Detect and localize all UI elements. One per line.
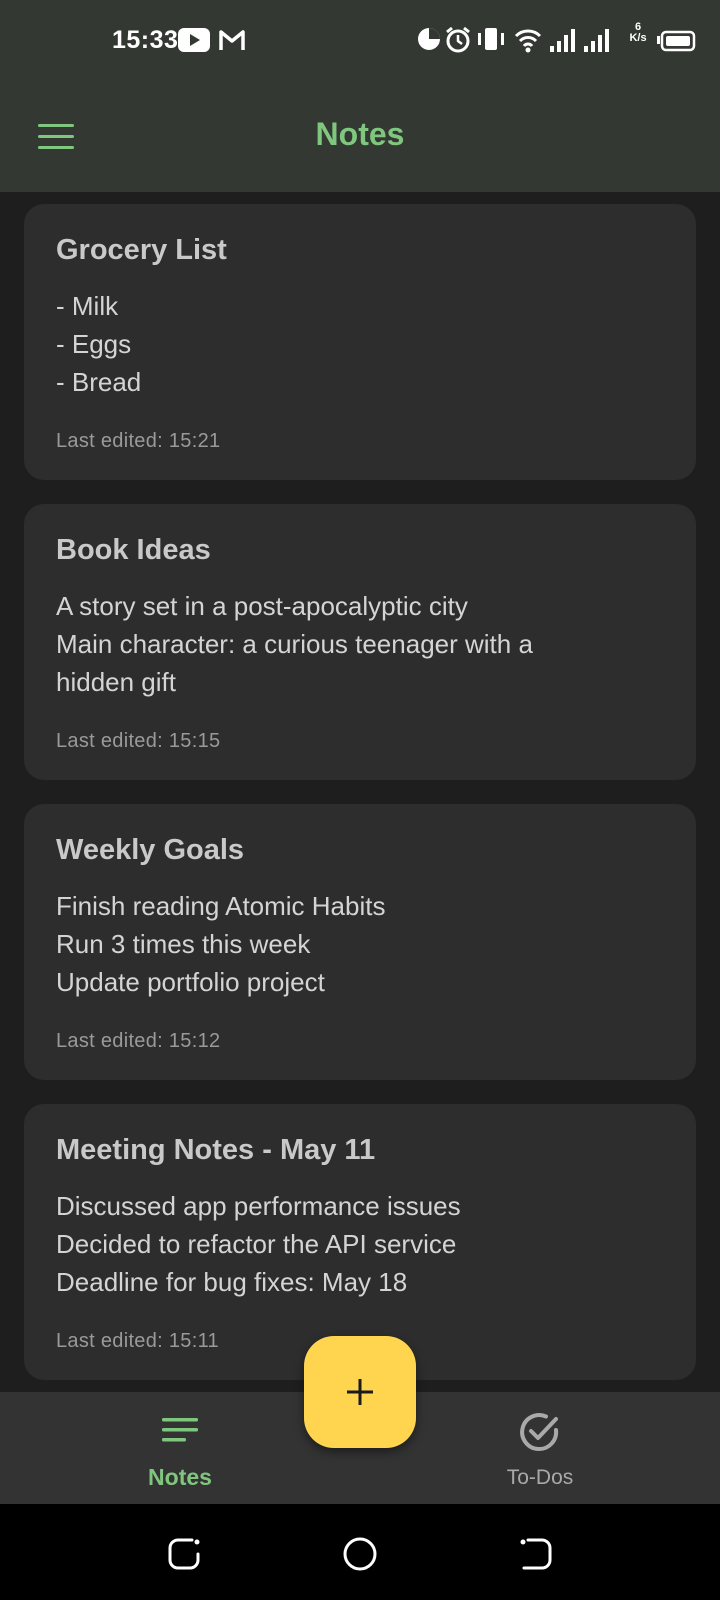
recents-button[interactable] [164,1534,204,1574]
note-body: A story set in a post-apocalyptic city M… [56,591,533,697]
nav-tab-todos[interactable]: To-Dos [440,1392,640,1504]
nav-tab-label: To-Dos [506,1466,574,1489]
data-saver-icon [418,28,440,50]
home-button[interactable] [340,1534,380,1574]
note-last-edited: Last edited: 15:21 [56,430,221,452]
signal-icon [584,29,609,52]
add-note-button[interactable] [304,1336,416,1448]
top-app-bar: 15:33 6 K/s Notes [0,0,720,192]
battery-icon [657,30,696,52]
note-last-edited: Last edited: 15:11 [56,1330,219,1352]
note-last-edited: Last edited: 15:12 [56,1030,221,1052]
signal-icon [550,29,575,52]
system-navigation-bar [0,1504,720,1600]
page-title: Notes [315,116,405,152]
plus-icon [347,1379,373,1405]
note-card[interactable]: Book Ideas A story set in a post-apocaly… [24,504,696,780]
status-time: 15:33 [112,26,179,54]
note-body: Discussed app performance issues Decided… [56,1191,461,1297]
note-title: Book Ideas [56,534,211,566]
wifi-icon [514,29,542,53]
status-bar: 15:33 6 K/s [0,18,720,62]
check-circle-icon [520,1413,559,1451]
vibrate-icon [478,28,504,50]
note-title: Weekly Goals [56,834,245,866]
net-speed-indicator: 6 K/s [628,22,648,44]
back-button[interactable] [516,1534,556,1574]
nav-tab-notes[interactable]: Notes [80,1392,280,1504]
nav-tab-label: Notes [148,1464,212,1490]
youtube-icon [178,28,210,52]
note-body: Finish reading Atomic Habits Run 3 times… [56,891,386,997]
note-last-edited: Last edited: 15:15 [56,730,221,752]
alarm-icon [446,26,470,53]
note-card[interactable]: Grocery List - Milk - Eggs - Bread Last … [24,204,696,480]
gmail-icon [218,28,246,57]
note-title: Meeting Notes - May 11 [56,1134,376,1166]
net-speed-unit: K/s [629,32,647,44]
notes-lines-icon [162,1418,198,1442]
note-body: - Milk - Eggs - Bread [56,291,142,397]
note-card[interactable]: Weekly Goals Finish reading Atomic Habit… [24,804,696,1080]
note-title: Grocery List [56,234,227,266]
